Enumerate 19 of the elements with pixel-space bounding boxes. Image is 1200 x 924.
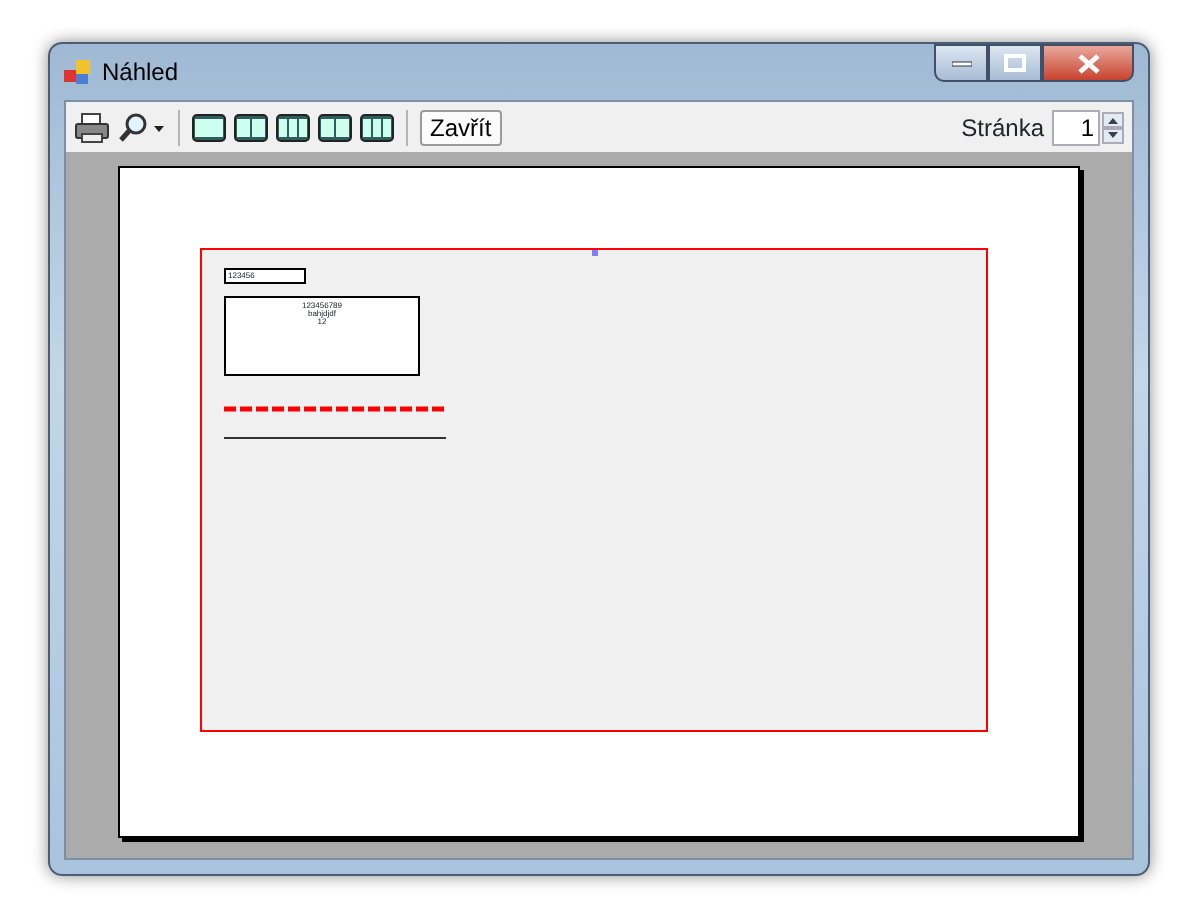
minimize-icon bbox=[951, 59, 971, 67]
one-page-icon[interactable] bbox=[192, 113, 226, 141]
close-preview-button[interactable]: Zavřít bbox=[420, 109, 502, 145]
page-number-field[interactable]: 1 bbox=[1052, 109, 1100, 145]
maximize-icon bbox=[1004, 54, 1026, 72]
magnifier-icon[interactable] bbox=[118, 111, 166, 143]
close-button[interactable] bbox=[1042, 44, 1134, 82]
page-label: Stránka bbox=[961, 111, 1044, 145]
maximize-button[interactable] bbox=[988, 44, 1042, 82]
close-icon bbox=[1077, 53, 1099, 73]
spinner-arrows-icon[interactable] bbox=[1102, 111, 1124, 143]
printer-icon[interactable] bbox=[74, 111, 110, 143]
two-pages-icon[interactable] bbox=[234, 113, 268, 141]
six-pages-icon[interactable] bbox=[360, 113, 394, 141]
four-pages-icon[interactable] bbox=[318, 113, 352, 141]
app-icon bbox=[64, 58, 92, 86]
window-title: Náhled bbox=[102, 56, 179, 90]
minimize-button[interactable] bbox=[934, 44, 988, 82]
three-pages-icon[interactable] bbox=[276, 113, 310, 141]
